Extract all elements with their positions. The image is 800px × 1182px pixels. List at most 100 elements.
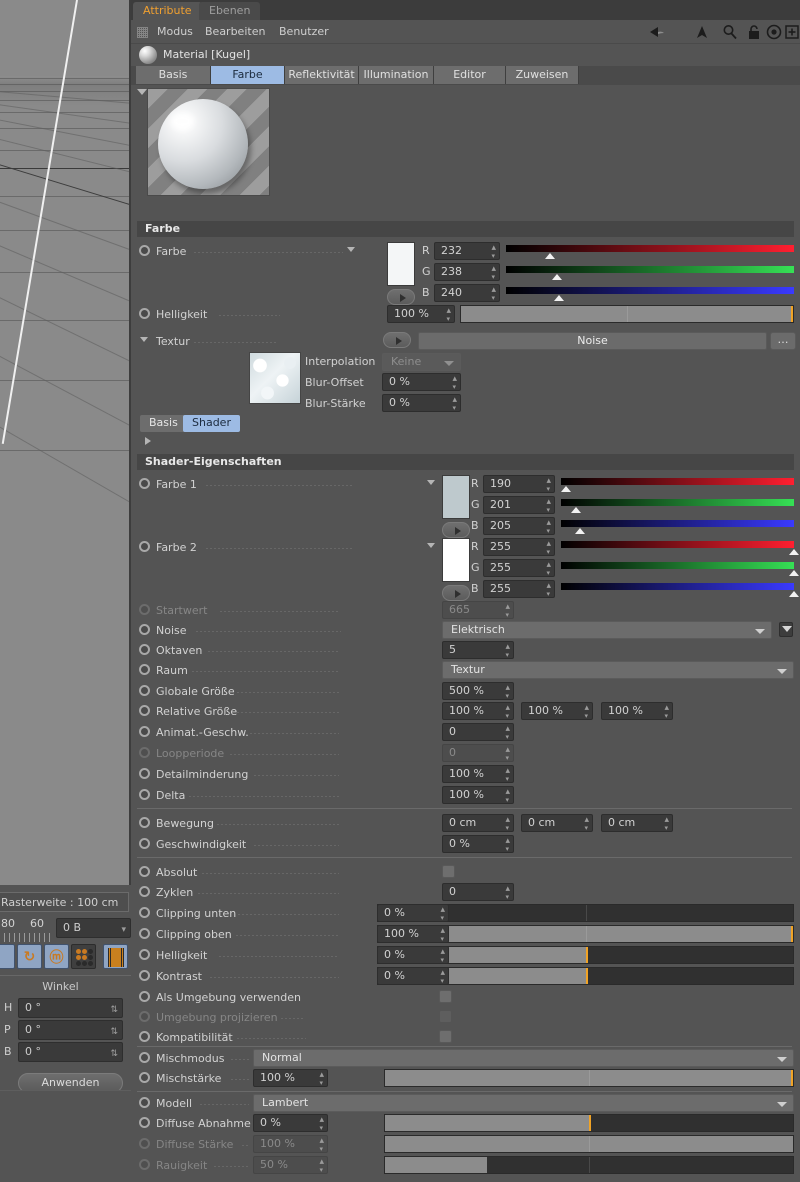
slider-track-g[interactable] <box>561 499 794 506</box>
radio-mischstaerke[interactable] <box>139 1072 150 1083</box>
field-zyklen[interactable]: 0 ▴ ▾ <box>442 883 514 901</box>
stepper-icon[interactable]: ▴▾ <box>546 519 551 535</box>
field-diffuse-abnahme[interactable]: 0 % ▴ ▾ <box>253 1114 328 1132</box>
radio-raum[interactable] <box>139 664 150 675</box>
radio-oktaven[interactable] <box>139 644 150 655</box>
back-arrow-icon[interactable] <box>647 23 665 41</box>
field-farbe-b[interactable]: 240 ▴ ▾ <box>434 284 500 302</box>
expand-texture-button[interactable] <box>383 332 411 348</box>
slider-handle[interactable] <box>585 947 588 963</box>
stepper-icon[interactable]: ▴▾ <box>491 244 496 260</box>
chevron-right-icon[interactable] <box>145 437 151 445</box>
field-farbe2-r[interactable]: 255 ▴ ▾ <box>483 538 555 556</box>
radio-helligkeit[interactable] <box>139 308 150 319</box>
radio-zyklen[interactable] <box>139 886 150 897</box>
field-farbe2-g[interactable]: 255 ▴ ▾ <box>483 559 555 577</box>
slider-track-r[interactable] <box>561 478 794 485</box>
row-mischstaerke[interactable]: Mischstärke 100 % ▴ ▾ <box>131 1068 800 1088</box>
dropdown-mischmodus[interactable]: Normal <box>253 1049 794 1067</box>
tab-zuweisen[interactable]: Zuweisen <box>506 66 579 84</box>
slider-track-b[interactable] <box>561 520 794 527</box>
stepper-icon[interactable]: ▴▾ <box>664 704 669 720</box>
shader-subtabs[interactable]: Basis Shader <box>131 415 800 433</box>
row-delta[interactable]: Delta 100 % ▴ ▾ <box>131 785 800 805</box>
slider-diffuse-abnahme[interactable] <box>384 1114 794 1132</box>
expand-color2-button[interactable] <box>442 585 470 601</box>
stepper-icon[interactable]: ▴▾ <box>446 307 451 323</box>
stepper-icon[interactable]: ▴▾ <box>505 885 510 901</box>
slider-handle-g[interactable] <box>789 570 799 576</box>
material-preview[interactable] <box>147 88 270 196</box>
rotate-icon[interactable]: ↻ <box>17 944 42 969</box>
row-zyklen[interactable]: Zyklen 0 ▴ ▾ <box>131 882 800 902</box>
stepper-icon[interactable]: ▴▾ <box>546 498 551 514</box>
film-icon[interactable] <box>103 944 128 969</box>
field-globale-groesse[interactable]: 500 % ▴ ▾ <box>442 682 514 700</box>
radio-bewegung[interactable] <box>139 817 150 828</box>
radio-relative-groesse[interactable] <box>139 705 150 716</box>
color-swatch-farbe[interactable] <box>387 242 415 286</box>
field-mischstaerke[interactable]: 100 % ▴ ▾ <box>253 1069 328 1087</box>
chevron-down-icon[interactable] <box>427 480 435 485</box>
angle-field-b[interactable]: 0 ° ⇅ <box>18 1042 123 1062</box>
field-helligkeit[interactable]: 100 % ▴ ▾ <box>387 305 455 323</box>
row-animat-geschw[interactable]: Animat.-Geschw. 0 ▴ ▾ <box>131 722 800 742</box>
slider-handle[interactable] <box>791 306 793 322</box>
slider-mischstaerke[interactable] <box>384 1069 794 1087</box>
stepper-icon[interactable]: ▴▾ <box>505 725 510 741</box>
checkbox-kompatibilitaet[interactable] <box>439 1030 452 1043</box>
stepper-icon[interactable]: ▴▾ <box>546 540 551 556</box>
stepper-icon[interactable]: ▴▾ <box>505 684 510 700</box>
subtab-shader[interactable]: Shader <box>183 415 240 432</box>
radio-globale-groesse[interactable] <box>139 685 150 696</box>
slider-track-g[interactable] <box>561 562 794 569</box>
target-icon[interactable] <box>765 23 783 41</box>
stepper-icon[interactable]: ▴▾ <box>452 396 457 412</box>
stepper-icon[interactable]: ▴▾ <box>440 969 445 985</box>
texture-slot[interactable]: Noise <box>418 332 767 350</box>
angle-field-h[interactable]: 0 ° ⇅ <box>18 998 123 1018</box>
field-farbe2-b[interactable]: 255 ▴ ▾ <box>483 580 555 598</box>
slider-handle[interactable] <box>791 926 793 942</box>
stepper-icon[interactable]: ▴▾ <box>452 375 457 391</box>
row-relative-groesse[interactable]: Relative Größe 100 % ▴ ▾ 100 % ▴ ▾ 100 % ▴… <box>131 701 800 721</box>
dropdown-raum[interactable]: Textur <box>442 661 794 679</box>
drag-grip-icon[interactable] <box>137 27 148 38</box>
tab-illumination[interactable]: Illumination <box>359 66 434 84</box>
radio-mischmodus[interactable] <box>139 1052 150 1063</box>
row-kontrast[interactable]: Kontrast 0 % ▴ ▾ <box>131 966 800 986</box>
slider-handle-b[interactable] <box>554 295 564 301</box>
plus-icon[interactable] <box>783 23 800 41</box>
checkbox-als-umgebung[interactable] <box>439 990 452 1003</box>
angle-row-b[interactable]: ⇅ B 0 ° ⇅ <box>0 1042 131 1063</box>
tab-reflektivitaet[interactable]: Reflektivität <box>285 66 359 84</box>
stepper-icon[interactable]: ▴▾ <box>505 767 510 783</box>
radio-clipping-oben[interactable] <box>139 928 150 939</box>
radio-farbe2[interactable] <box>139 541 150 552</box>
radio-farbe[interactable] <box>139 245 150 256</box>
dropdown-noise[interactable]: Elektrisch <box>442 621 772 639</box>
row-helligkeit[interactable]: Helligkeit 100 % ▴ ▾ <box>131 304 800 324</box>
row-oktaven[interactable]: Oktaven 5 ▴ ▾ <box>131 640 800 660</box>
row-shader-helligkeit[interactable]: Helligkeit 0 % ▴ ▾ <box>131 945 800 965</box>
field-farbe-r[interactable]: 232 ▴ ▾ <box>434 242 500 260</box>
slider-handle-b[interactable] <box>575 528 585 534</box>
field-detailminderung[interactable]: 100 % ▴ ▾ <box>442 765 514 783</box>
radio-kompatibilitaet[interactable] <box>139 1031 150 1042</box>
row-clipping-unten[interactable]: Clipping unten 0 % ▴▾ 0 % ▴▾ <box>131 903 800 923</box>
row-modell[interactable]: Modell Lambert <box>131 1093 800 1113</box>
stepper-icon[interactable]: ▴▾ <box>505 788 510 804</box>
texture-more-button[interactable]: … <box>770 332 796 350</box>
stepper-icon[interactable]: ▴▾ <box>546 582 551 598</box>
chevron-down-icon[interactable] <box>137 89 147 95</box>
angle-field-p[interactable]: 0 ° ⇅ <box>18 1020 123 1040</box>
radio-geschwindigkeit[interactable] <box>139 838 150 849</box>
radio-modell[interactable] <box>139 1097 150 1108</box>
row-mischmodus[interactable]: Mischmodus Normal <box>131 1048 800 1068</box>
row-geschwindigkeit[interactable]: Geschwindigkeit 0 % ▴ ▾ <box>131 834 800 854</box>
menu-modus[interactable]: Modus <box>157 25 193 38</box>
dots-grid-icon[interactable] <box>71 944 96 969</box>
slider-handle-g[interactable] <box>571 507 581 513</box>
row-als-umgebung[interactable]: Als Umgebung verwenden <box>131 987 800 1007</box>
field-bewegung-x[interactable]: 0 cm ▴ ▾ <box>442 814 514 832</box>
